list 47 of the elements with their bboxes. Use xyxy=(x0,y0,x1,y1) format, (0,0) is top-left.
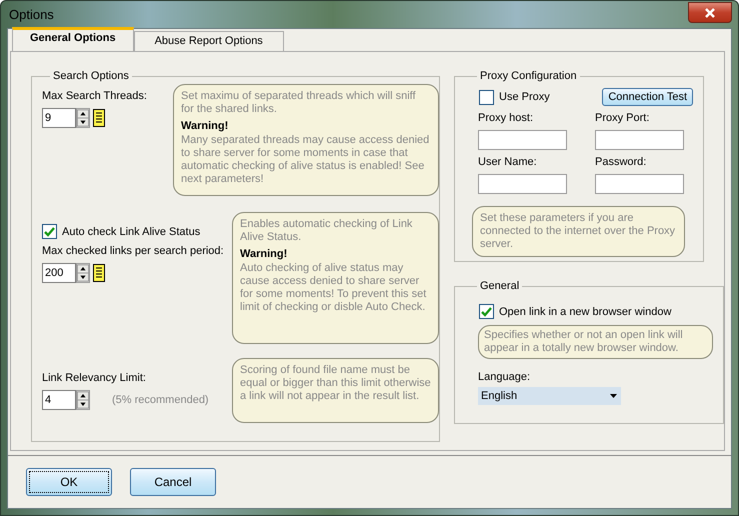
connection-test-button[interactable]: Connection Test xyxy=(602,88,693,106)
checkmark-icon xyxy=(44,226,55,236)
field-label: Max Search Threads: xyxy=(42,90,148,102)
field-label: User Name: xyxy=(478,156,538,168)
text-field[interactable] xyxy=(478,174,567,194)
field-label: Proxy Port: xyxy=(595,112,650,124)
checkmark-icon xyxy=(481,306,492,316)
notepad-icon[interactable] xyxy=(92,263,106,283)
field-label: Language: xyxy=(478,371,531,383)
language-dropdown[interactable]: English xyxy=(478,387,621,405)
field-label: Proxy host: xyxy=(478,112,534,124)
group-title: Proxy Configuration xyxy=(479,70,578,82)
text-field[interactable] xyxy=(595,130,684,150)
field-label: Max checked links per search period: xyxy=(42,245,225,257)
caret-icon xyxy=(610,394,617,398)
spin-arrows-icon[interactable] xyxy=(76,263,90,283)
checkbox-label: Auto check Link Alive Status xyxy=(62,226,200,238)
group-title: General xyxy=(479,280,520,292)
checkbox-label: Use Proxy xyxy=(499,91,550,103)
close-button[interactable] xyxy=(688,2,732,23)
field-label: Password: xyxy=(595,156,648,168)
field-label: Link Relevancy Limit: xyxy=(42,372,147,384)
dialog-button[interactable]: Cancel xyxy=(130,468,216,496)
info-note: Set these parameters if you are connected to the internet over the Proxy server. xyxy=(472,206,685,257)
checkbox[interactable] xyxy=(42,224,57,239)
checkbox[interactable] xyxy=(479,304,494,319)
spin-arrows-icon[interactable] xyxy=(76,390,90,410)
close-icon xyxy=(704,8,716,18)
tab[interactable]: General Options xyxy=(12,27,134,51)
info-note: Enables automatic checking of Link Alive Status. Warning! Auto checking of alive status may cause access denied to share server for some moments! To prevent this set limit of checking or disble Auto Check. xyxy=(232,212,439,344)
info-note: Specifies whether or not an open link will appear in a totally new browser window. xyxy=(478,325,713,359)
dialog-button[interactable]: OK xyxy=(26,468,112,496)
checkbox-label: Open link in a new browser window xyxy=(499,306,672,318)
number-field[interactable]: 4 xyxy=(42,390,76,410)
hint-text: (5% recommended) xyxy=(112,394,209,406)
group-title: Search Options xyxy=(52,70,130,82)
text-field[interactable] xyxy=(478,130,567,150)
tab[interactable]: Abuse Report Options xyxy=(134,31,284,51)
number-field[interactable]: 9 xyxy=(42,108,76,128)
info-note: Scoring of found file name must be equal or bigger than this limit otherwise a link will not appear in the result list. xyxy=(232,358,439,423)
notepad-icon[interactable] xyxy=(92,108,106,128)
window-title: Options xyxy=(8,7,54,22)
text-field[interactable] xyxy=(595,174,684,194)
info-note: Set maximu of separated threads which will sniff for the shared links. Warning! Many separated threads may cause access denied to share server for some moments in case that automatic checking of alive status is enabled! See next parameters! xyxy=(173,84,439,196)
checkbox[interactable] xyxy=(479,90,494,104)
number-field[interactable]: 200 xyxy=(42,263,76,283)
spin-arrows-icon[interactable] xyxy=(76,108,90,128)
